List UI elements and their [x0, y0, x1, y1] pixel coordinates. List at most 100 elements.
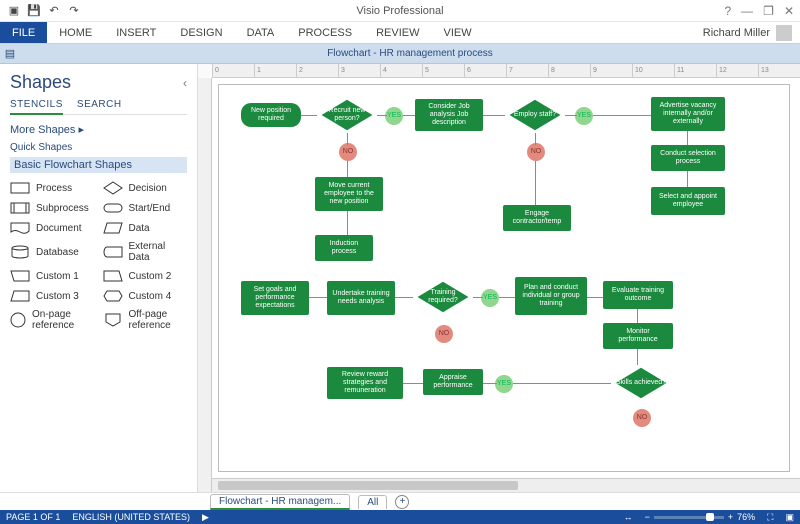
node-plan-training[interactable]: Plan and conduct individual or group tra… [515, 277, 587, 315]
shape-onpage[interactable]: On-page reference [10, 309, 95, 331]
scrollbar-thumb[interactable] [218, 481, 518, 490]
drawing-page[interactable]: New position required Recruit new person… [218, 84, 790, 472]
node-review-reward[interactable]: Review reward strategies and remuneratio… [327, 367, 403, 399]
fit-page-icon[interactable]: ⛶ [767, 512, 773, 523]
node-appraise[interactable]: Appraise performance [423, 369, 483, 395]
node-consider-job[interactable]: Consider Job analysis Job description [415, 99, 483, 131]
language-indicator[interactable]: ENGLISH (UNITED STATES) [72, 512, 190, 522]
node-advertise[interactable]: Advertise vacancy internally and/or exte… [651, 97, 725, 131]
shape-subprocess[interactable]: Subprocess [10, 201, 95, 215]
terminator-icon [103, 201, 123, 215]
node-new-position[interactable]: New position required [241, 103, 301, 127]
zoom-level[interactable]: 76% [737, 512, 755, 522]
minimize-icon[interactable]: — [741, 4, 753, 18]
tab-review[interactable]: REVIEW [364, 22, 431, 43]
subprocess-icon [10, 201, 30, 215]
node-training-required[interactable]: Training required? [413, 279, 473, 315]
user-menu[interactable]: Richard Miller [695, 22, 800, 43]
zoom-knob[interactable] [706, 513, 714, 521]
node-skills-achieved[interactable]: Skills achieved? [611, 365, 671, 401]
ruler-tick: 11 [674, 64, 716, 77]
no-badge[interactable]: NO [435, 325, 453, 343]
database-icon [10, 245, 30, 259]
ruler-tick: 7 [506, 64, 548, 77]
shape-external[interactable]: External Data [103, 241, 188, 263]
node-set-goals[interactable]: Set goals and performance expectations [241, 281, 309, 315]
node-evaluate-training[interactable]: Evaluate training outcome [603, 281, 673, 309]
zoom-control[interactable]: − + 76% [645, 512, 756, 522]
collapse-icon[interactable]: ‹ [183, 76, 187, 90]
visio-icon: ▣ [6, 3, 22, 19]
shape-decision[interactable]: Decision [103, 181, 188, 195]
restore-icon[interactable]: ❐ [763, 4, 774, 18]
yes-badge[interactable]: YES [495, 375, 513, 393]
ruler-tick: 12 [716, 64, 758, 77]
tab-insert[interactable]: INSERT [104, 22, 168, 43]
yes-badge[interactable]: YES [481, 289, 499, 307]
tab-search[interactable]: SEARCH [77, 99, 122, 110]
tab-stencils[interactable]: STENCILS [10, 99, 63, 115]
horizontal-scrollbar[interactable] [212, 478, 800, 492]
quick-shapes-link[interactable]: Quick Shapes [10, 142, 187, 153]
shape-document[interactable]: Document [10, 221, 95, 235]
page-indicator[interactable]: PAGE 1 OF 1 [6, 512, 60, 522]
shape-label: Off-page reference [129, 309, 188, 331]
shape-label: Custom 1 [36, 271, 79, 282]
redo-icon[interactable]: ↷ [66, 3, 82, 19]
more-shapes-link[interactable]: More Shapes ▸ [10, 123, 187, 136]
drawing-canvas[interactable]: New position required Recruit new person… [212, 78, 800, 478]
close-icon[interactable]: ✕ [784, 4, 794, 18]
fullscreen-icon[interactable]: ▣ [785, 512, 794, 523]
shape-custom1[interactable]: Custom 1 [10, 269, 95, 283]
no-badge[interactable]: NO [527, 143, 545, 161]
shape-database[interactable]: Database [10, 241, 95, 263]
ribbon: FILE HOME INSERT DESIGN DATA PROCESS REV… [0, 22, 800, 44]
shapes-heading-label: Shapes [10, 72, 71, 93]
no-badge[interactable]: NO [339, 143, 357, 161]
node-monitor-performance[interactable]: Monitor performance [603, 323, 673, 349]
sheet-tab-flowchart[interactable]: Flowchart - HR managem... [210, 494, 350, 510]
node-training-needs[interactable]: Undertake training needs analysis [327, 281, 395, 315]
tab-data[interactable]: DATA [235, 22, 287, 43]
document-bar: ▤ Flowchart - HR management process [0, 44, 800, 64]
tab-design[interactable]: DESIGN [168, 22, 234, 43]
title-bar: ▣ 💾 ↶ ↷ Visio Professional ? — ❐ ✕ [0, 0, 800, 22]
shape-label: Database [36, 247, 79, 258]
ruler-tick: 10 [632, 64, 674, 77]
node-move-employee[interactable]: Move current employee to the new positio… [315, 177, 383, 211]
tab-process[interactable]: PROCESS [286, 22, 364, 43]
shape-startend[interactable]: Start/End [103, 201, 188, 215]
save-icon[interactable]: 💾 [26, 3, 42, 19]
shape-data[interactable]: Data [103, 221, 188, 235]
tab-view[interactable]: VIEW [431, 22, 483, 43]
no-badge[interactable]: NO [633, 409, 651, 427]
undo-icon[interactable]: ↶ [46, 3, 62, 19]
node-employ-staff[interactable]: Employ staff? [505, 97, 565, 133]
yes-badge[interactable]: YES [575, 107, 593, 125]
node-conduct-selection[interactable]: Conduct selection process [651, 145, 725, 171]
document-icon[interactable]: ▤ [0, 47, 20, 60]
add-sheet-button[interactable]: + [395, 495, 409, 509]
shape-custom4[interactable]: Custom 4 [103, 289, 188, 303]
node-induction[interactable]: Induction process [315, 235, 373, 261]
tab-home[interactable]: HOME [47, 22, 104, 43]
shape-custom2[interactable]: Custom 2 [103, 269, 188, 283]
zoom-out-icon[interactable]: − [645, 512, 650, 522]
view-width-icon[interactable]: ↔ [624, 512, 633, 522]
custom2-icon [103, 269, 123, 283]
sheet-tab-all[interactable]: All [358, 495, 387, 509]
selected-stencil[interactable]: Basic Flowchart Shapes [10, 157, 187, 173]
shape-process[interactable]: Process [10, 181, 95, 195]
node-recruit-new[interactable]: Recruit new person? [317, 97, 377, 133]
node-select-appoint[interactable]: Select and appoint employee [651, 187, 725, 215]
macro-icon[interactable]: ▶ [202, 512, 209, 523]
zoom-slider[interactable] [654, 516, 724, 519]
file-tab[interactable]: FILE [0, 22, 47, 43]
yes-badge[interactable]: YES [385, 107, 403, 125]
ruler-tick: 1 [254, 64, 296, 77]
shape-custom3[interactable]: Custom 3 [10, 289, 95, 303]
node-engage-contractor[interactable]: Engage contractor/temp [503, 205, 571, 231]
help-icon[interactable]: ? [724, 4, 731, 18]
zoom-in-icon[interactable]: + [728, 512, 733, 522]
shape-offpage[interactable]: Off-page reference [103, 309, 188, 331]
